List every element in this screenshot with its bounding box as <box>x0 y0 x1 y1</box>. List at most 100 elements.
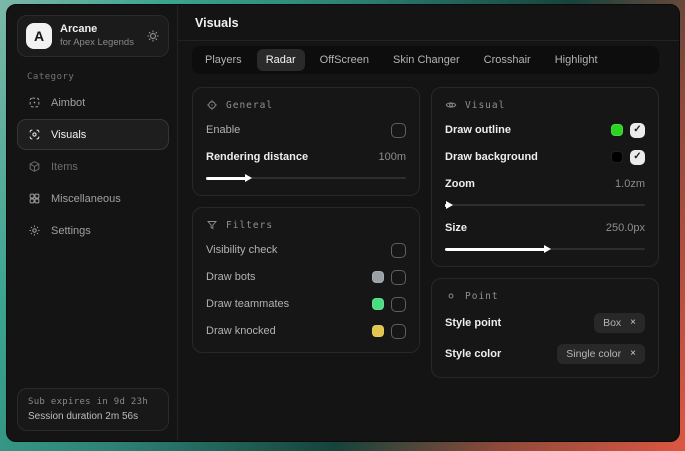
gear-icon[interactable] <box>146 29 160 43</box>
setting-label: Draw knocked <box>206 325 276 337</box>
settings-content: General Enable Rendering distance 100m <box>178 74 679 441</box>
draw-knocked-checkbox[interactable] <box>391 324 406 339</box>
sidebar-item-label: Visuals <box>51 129 86 141</box>
sidebar-item-visuals[interactable]: Visuals <box>17 119 169 150</box>
setting-value: 1.0zm <box>615 178 645 190</box>
filters-card-header: Filters <box>206 219 406 231</box>
sub-expiry-text: Sub expires in 9d 23h <box>28 397 158 407</box>
tab-bar: Players Radar OffScreen Skin Changer Cro… <box>192 46 659 74</box>
rendering-distance-slider[interactable] <box>206 174 406 182</box>
enable-checkbox[interactable] <box>391 123 406 138</box>
sidebar-spacer <box>17 247 169 388</box>
setting-row-rendering-distance: Rendering distance 100m <box>206 149 406 165</box>
sidebar-item-items[interactable]: Items <box>17 151 169 182</box>
selected-option: Box <box>603 317 621 329</box>
app-logo: A <box>26 23 52 49</box>
general-card: General Enable Rendering distance 100m <box>192 87 420 196</box>
color-swatch[interactable] <box>611 124 623 136</box>
size-slider[interactable] <box>445 245 645 253</box>
sidebar-item-settings[interactable]: Settings <box>17 215 169 246</box>
tab-crosshair[interactable]: Crosshair <box>475 49 540 71</box>
section-title: Visual <box>465 100 505 111</box>
color-swatch[interactable] <box>372 298 384 310</box>
setting-row-draw-outline: Draw outline ✓ <box>445 122 645 138</box>
right-column: Visual Draw outline ✓ Draw background <box>431 87 659 378</box>
draw-teammates-checkbox[interactable] <box>391 297 406 312</box>
page-header: Visuals <box>178 5 679 41</box>
setting-label: Draw outline <box>445 124 511 136</box>
setting-label: Size <box>445 222 467 234</box>
setting-row-style-color: Style color Single color × <box>445 344 645 364</box>
setting-label: Style color <box>445 348 501 360</box>
tab-skin-changer[interactable]: Skin Changer <box>384 49 469 71</box>
tab-radar[interactable]: Radar <box>257 49 305 71</box>
setting-row-style-point: Style point Box × <box>445 313 645 333</box>
page-title: Visuals <box>195 16 663 30</box>
draw-bots-checkbox[interactable] <box>391 270 406 285</box>
setting-row-draw-teammates: Draw teammates <box>206 296 406 312</box>
sidebar-item-label: Items <box>51 161 78 173</box>
tab-offscreen[interactable]: OffScreen <box>311 49 378 71</box>
close-icon[interactable]: × <box>630 349 636 359</box>
point-card-header: Point <box>445 290 645 302</box>
visibility-check-checkbox[interactable] <box>391 243 406 258</box>
slider-fill <box>445 248 545 251</box>
sidebar-item-label: Aimbot <box>51 97 85 109</box>
visual-card: Visual Draw outline ✓ Draw background <box>431 87 659 267</box>
general-card-header: General <box>206 99 406 111</box>
app-subtitle: for Apex Legends <box>60 37 138 49</box>
setting-label: Draw background <box>445 151 538 163</box>
sidebar-item-miscellaneous[interactable]: Miscellaneous <box>17 183 169 214</box>
sidebar-item-aimbot[interactable]: Aimbot <box>17 87 169 118</box>
color-swatch[interactable] <box>372 271 384 283</box>
eye-icon <box>445 99 457 111</box>
slider-thumb[interactable] <box>446 201 453 209</box>
visual-card-header: Visual <box>445 99 645 111</box>
draw-background-checkbox[interactable]: ✓ <box>630 150 645 165</box>
point-card: Point Style point Box × Style color Sing… <box>431 278 659 378</box>
tab-players[interactable]: Players <box>196 49 251 71</box>
setting-row-size: Size 250.0px <box>445 220 645 236</box>
selected-option: Single color <box>566 348 621 360</box>
slider-track <box>445 204 645 206</box>
session-info-card: Sub expires in 9d 23h Session duration 2… <box>17 388 169 431</box>
setting-label: Draw bots <box>206 271 256 283</box>
slider-thumb[interactable] <box>245 174 252 182</box>
setting-label: Zoom <box>445 178 475 190</box>
app-window: A Arcane for Apex Legends Category Aimbo <box>6 4 680 442</box>
slider-fill <box>206 177 246 180</box>
color-swatch[interactable] <box>611 151 623 163</box>
eye-scan-icon <box>28 128 41 141</box>
zoom-slider[interactable] <box>445 201 645 209</box>
color-swatch[interactable] <box>372 325 384 337</box>
close-icon[interactable]: × <box>630 318 636 328</box>
setting-row-draw-background: Draw background ✓ <box>445 149 645 165</box>
section-title: General <box>226 100 273 111</box>
setting-label: Enable <box>206 124 240 136</box>
target-icon <box>206 99 218 111</box>
filters-card: Filters Visibility check Draw bots <box>192 207 420 353</box>
setting-value: 100m <box>378 151 406 163</box>
funnel-icon <box>206 219 218 231</box>
session-duration-text: Session duration 2m 56s <box>28 411 158 422</box>
check-icon: ✓ <box>633 125 641 135</box>
slider-thumb[interactable] <box>544 245 551 253</box>
setting-label: Draw teammates <box>206 298 289 310</box>
setting-row-visibility-check: Visibility check <box>206 242 406 258</box>
check-icon: ✓ <box>633 152 641 162</box>
left-column: General Enable Rendering distance 100m <box>192 87 420 378</box>
setting-label: Rendering distance <box>206 151 308 163</box>
slider-fill <box>445 204 447 207</box>
style-point-select[interactable]: Box × <box>594 313 645 333</box>
grid-icon <box>28 192 41 205</box>
draw-outline-checkbox[interactable]: ✓ <box>630 123 645 138</box>
crosshair-icon <box>28 96 41 109</box>
sidebar-item-label: Settings <box>51 225 91 237</box>
setting-row-draw-bots: Draw bots <box>206 269 406 285</box>
tab-highlight[interactable]: Highlight <box>546 49 607 71</box>
style-color-select[interactable]: Single color × <box>557 344 645 364</box>
app-name: Arcane <box>60 23 138 37</box>
setting-label: Style point <box>445 317 501 329</box>
app-header-card: A Arcane for Apex Legends <box>17 15 169 57</box>
main-panel: Visuals Players Radar OffScreen Skin Cha… <box>178 5 679 441</box>
